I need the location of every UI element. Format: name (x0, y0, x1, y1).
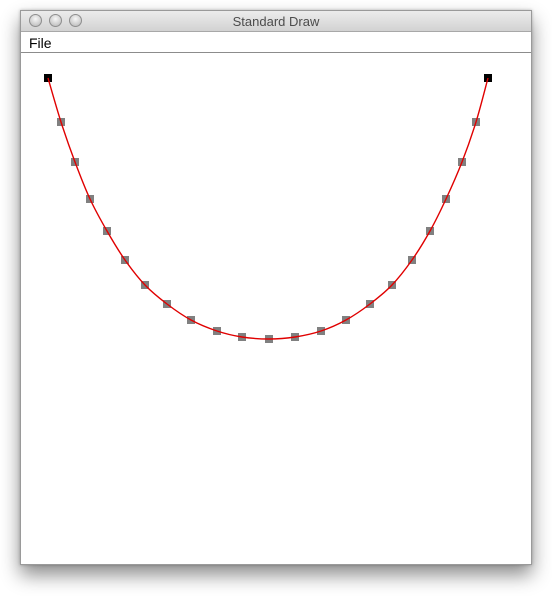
drawing-svg (44, 74, 492, 343)
title-bar[interactable]: Standard Draw (21, 11, 531, 32)
window-title: Standard Draw (232, 14, 320, 29)
drawing-canvas[interactable] (21, 53, 531, 564)
menu-file[interactable]: File (29, 35, 52, 51)
standard-draw-window: Standard Draw File (20, 10, 532, 565)
sample-points (44, 74, 492, 343)
red-curve (47, 77, 489, 340)
menu-bar: File (21, 32, 531, 53)
